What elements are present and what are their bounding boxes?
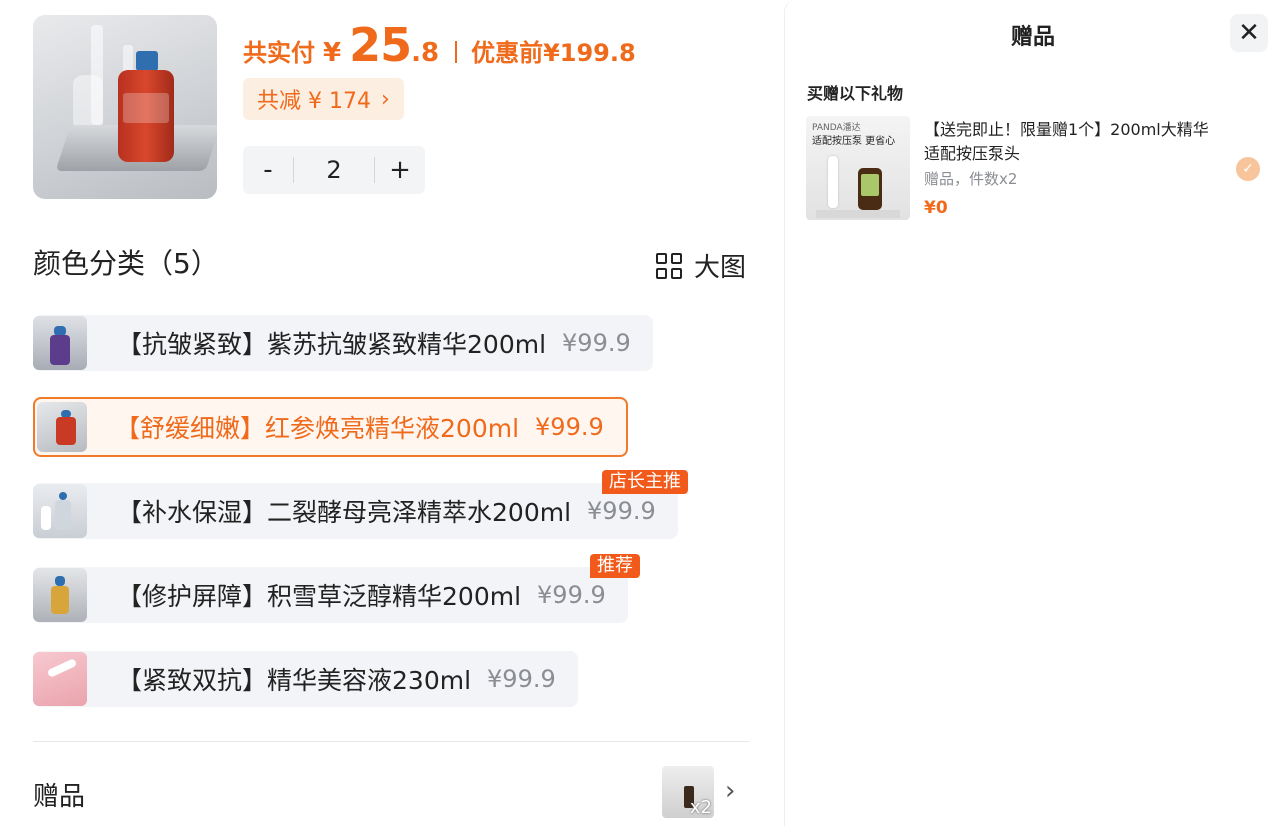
shop-recommend-badge: 店长主推 <box>602 470 688 494</box>
gift-thumbnail[interactable]: PANDA潘达 适配按压泵 更省心 <box>806 116 910 220</box>
variant-price: ¥99.9 <box>587 497 656 525</box>
gift-name: 【送完即止！限量赠1个】200ml大精华适配按压泵头 <box>924 120 1209 163</box>
product-image[interactable] <box>33 15 217 199</box>
gift-panel: 赠品 ✕ 买赠以下礼物 PANDA潘达 适配按压泵 更省心 【送完即止！限量赠1… <box>784 0 1280 826</box>
original-price: ¥199.8 <box>543 39 636 67</box>
variant-name: 【舒缓细嫩】红参焕亮精华液200ml <box>115 414 520 443</box>
variant-option[interactable]: 【修护屏障】积雪草泛醇精华200ml ¥99.9 <box>33 567 628 623</box>
sku-panel: 共实付 ¥ 25 .8 优惠前 ¥199.8 共减 ¥ 174 › - 2 + … <box>0 0 780 826</box>
quantity-value[interactable]: 2 <box>294 156 374 184</box>
variant-thumbnail <box>33 568 87 622</box>
total-price-decimal: .8 <box>411 38 440 68</box>
variant-price: ¥99.9 <box>562 329 631 357</box>
sku-selection-screen: 共实付 ¥ 25 .8 优惠前 ¥199.8 共减 ¥ 174 › - 2 + … <box>0 0 1280 826</box>
variant-name: 【修护屏障】积雪草泛醇精华200ml <box>117 582 522 611</box>
increment-button[interactable]: + <box>375 155 425 185</box>
checkmark-glyph: ✓ <box>1242 161 1254 177</box>
price-separator <box>455 41 458 63</box>
original-price-label: 优惠前 <box>471 39 544 67</box>
thumbnail-caption: 适配按压泵 更省心 <box>812 136 896 147</box>
variant-thumbnail <box>33 652 87 706</box>
variant-option[interactable]: 【抗皱紧致】紫苏抗皱紧致精华200ml ¥99.9 <box>33 315 653 371</box>
close-button[interactable]: ✕ <box>1230 14 1268 52</box>
variant-thumbnail <box>37 402 87 452</box>
check-icon[interactable]: ✓ <box>1236 157 1260 181</box>
decrement-button[interactable]: - <box>243 155 293 185</box>
panel-subtitle: 买赠以下礼物 <box>807 84 904 103</box>
discount-text: 共减 ¥ 174 <box>257 89 371 114</box>
divider <box>33 741 749 742</box>
gift-row-label[interactable]: 赠品 <box>33 776 85 813</box>
variant-name: 【紧致双抗】精华美容液230ml <box>117 666 472 695</box>
gift-row-thumbnail[interactable]: x2 <box>662 766 714 818</box>
panel-title: 赠品 <box>1010 25 1055 50</box>
chevron-right-icon: › <box>380 86 390 112</box>
variant-thumbnail <box>33 484 87 538</box>
grid-icon <box>656 252 682 279</box>
big-view-toggle[interactable]: 大图 <box>656 247 746 284</box>
section-title: 颜色分类（5） <box>33 247 219 280</box>
variant-thumbnail <box>33 316 87 370</box>
variant-price: ¥99.9 <box>487 665 556 693</box>
gift-price: ¥0 <box>924 198 948 218</box>
total-paid-label: 共实付 <box>243 39 315 67</box>
variant-option[interactable]: 【紧致双抗】精华美容液230ml ¥99.9 <box>33 651 578 707</box>
close-icon: ✕ <box>1238 18 1260 48</box>
price-summary: 共实付 ¥ 25 .8 优惠前 ¥199.8 <box>243 18 636 74</box>
recommend-badge: 推荐 <box>590 554 640 578</box>
variant-price: ¥99.9 <box>535 413 604 441</box>
variant-option[interactable]: 【补水保湿】二裂酵母亮泽精萃水200ml ¥99.9 <box>33 483 678 539</box>
gift-quantity: x2 <box>689 797 712 818</box>
big-view-label: 大图 <box>694 253 747 283</box>
gift-meta: 赠品，件数x2 <box>924 170 1018 188</box>
variant-price: ¥99.9 <box>537 581 606 609</box>
total-price-integer: 25 <box>349 18 412 72</box>
chevron-right-icon[interactable]: › <box>725 776 735 806</box>
currency-symbol: ¥ <box>323 38 342 68</box>
discount-chip[interactable]: 共减 ¥ 174 › <box>243 78 404 120</box>
variant-option-selected[interactable]: 【舒缓细嫩】红参焕亮精华液200ml ¥99.9 <box>33 397 628 457</box>
quantity-stepper: - 2 + <box>243 146 425 194</box>
variant-name: 【补水保湿】二裂酵母亮泽精萃水200ml <box>117 498 572 527</box>
variant-name: 【抗皱紧致】紫苏抗皱紧致精华200ml <box>117 330 547 359</box>
